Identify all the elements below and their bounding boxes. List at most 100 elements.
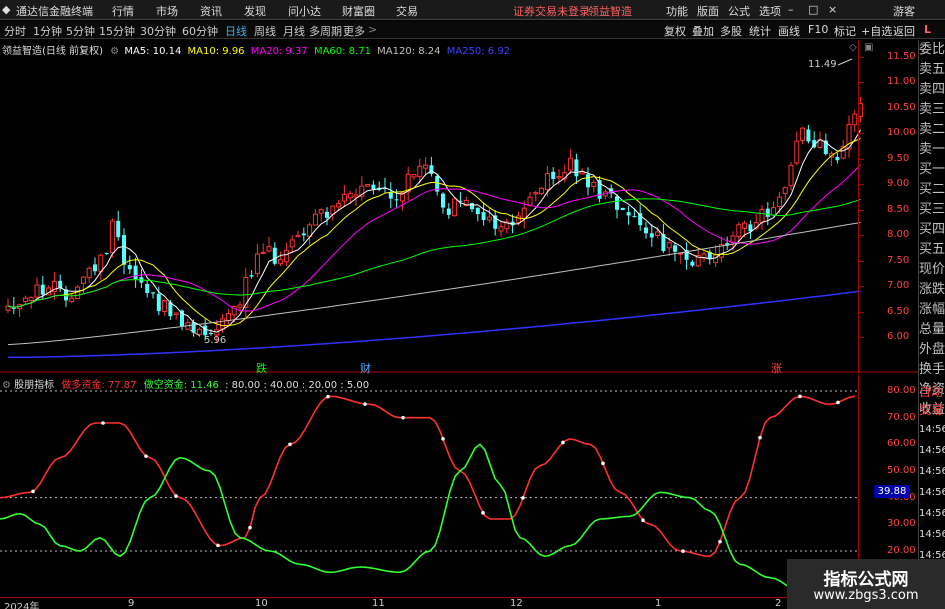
menu-item-wealth[interactable]: 财富圈 [342,3,375,19]
candle-body [254,253,260,275]
period-tab-60min[interactable]: 60分钟 [182,23,218,39]
side-panel-item[interactable]: 卖五 [919,60,945,80]
candle-body [388,192,393,199]
candle-body [533,192,539,195]
multi-stock-button[interactable]: 多股 [720,23,742,39]
candle-body [104,252,109,254]
signal-dot [481,511,485,515]
close-icon[interactable]: × [828,3,837,16]
period-tab-monthly[interactable]: 月线 [283,23,305,39]
menu-formula[interactable]: 公式 [728,3,750,19]
adjust-button[interactable]: 复权 [664,23,686,39]
minimize-icon[interactable]: – [788,3,794,16]
menu-item-discover[interactable]: 发现 [244,3,266,19]
side-panel-item[interactable]: 委比 [919,40,945,60]
indicator-tick-label: 70.00 [887,411,916,423]
candle-body [336,203,342,208]
period-tab-weekly[interactable]: 周线 [254,23,276,39]
period-tab-15min[interactable]: 15分钟 [99,23,135,39]
stats-button[interactable]: 统计 [749,23,771,39]
price-tick-label: 6.50 [887,305,910,317]
add-watchlist-button[interactable]: +自选 [861,23,892,39]
candle-body [771,207,777,216]
price-tick-label: 10.50 [887,101,916,113]
menu-function[interactable]: 功能 [666,3,688,19]
candle-body [452,198,458,217]
side-panel-item[interactable]: 买一 [919,160,945,180]
candle-body [301,233,306,236]
draw-button[interactable]: 画线 [778,23,800,39]
signal-dot [521,496,525,500]
side-panel-item[interactable]: 买五 [919,240,945,260]
menu-item-trade[interactable]: 交易 [396,3,418,19]
candle-body [644,227,648,234]
period-tab-5min[interactable]: 5分钟 [66,23,95,39]
side-panel-item[interactable]: 外盘 [919,340,945,360]
menu-item-market[interactable]: 市场 [156,3,178,19]
indicator-side-item: 14:56 [919,529,945,540]
candle-body [173,312,179,316]
candle-body [574,159,579,177]
side-panel-item[interactable]: 买二 [919,180,945,200]
candle-body [626,212,631,216]
side-panel-item[interactable]: 买三 [919,200,945,220]
back-button[interactable]: 返回 [893,23,915,39]
signal-dot [641,518,645,523]
side-panel-item[interactable]: 换手 [919,360,945,380]
candle-body [22,297,28,303]
short-fund-line [0,443,855,592]
side-panel-item[interactable]: 总量 [919,320,945,340]
guest-label[interactable]: 游客 [893,3,915,19]
side-panel-item[interactable]: 现价 [919,260,945,280]
maximize-icon[interactable]: □ [808,3,818,16]
period-tab-more[interactable]: 更多 [343,23,365,39]
period-tab-daily[interactable]: 日线 [225,23,247,39]
side-panel-item[interactable]: 买四 [919,220,945,240]
side-panel-item[interactable]: 卖一 [919,140,945,160]
candle-body [423,164,429,169]
event-label-finance[interactable]: 财 [360,360,371,376]
period-tab-multi[interactable]: 多周期 [309,23,342,39]
indicator-settings-icon[interactable]: ⚙ [2,380,11,391]
indicator-tick-label: 20.00 [887,545,916,556]
signal-dot [401,415,405,420]
diamond-icon[interactable]: ◇ [849,42,857,53]
signal-dot [174,494,178,498]
price-tick-label: 6.00 [887,331,910,342]
candle-body [615,196,619,210]
settings-icon[interactable]: ⚙ [110,46,119,57]
high-price-marker: 11.49 [808,59,837,70]
side-panel-item[interactable]: 涨跌 [919,280,945,300]
app-logo-icon: ◆ [2,3,11,16]
side-panel-item[interactable]: 卖四 [919,80,945,100]
menu-layout[interactable]: 版面 [697,3,719,19]
candle-body [365,184,371,187]
period-tab-30min[interactable]: 30分钟 [140,23,176,39]
candle-body [133,265,138,280]
mark-button[interactable]: 标记 [834,23,856,39]
menu-item-news[interactable]: 资讯 [200,3,222,19]
event-label-down[interactable]: 跌 [256,360,267,376]
f10-button[interactable]: F10 [808,23,828,36]
ma250-line [7,290,861,359]
side-panel-item[interactable]: 卖二 [919,120,945,140]
menu-item-quotes[interactable]: 行情 [112,3,134,19]
price-tick [859,184,864,186]
candlestick-chart[interactable] [0,40,918,373]
side-panel-item[interactable]: 涨幅 [919,300,945,320]
login-notice[interactable]: 证券交易未登录 [513,3,590,19]
price-tick-label: 7.50 [887,254,910,266]
period-tab-1min[interactable]: 1分钟 [33,23,62,39]
overlay-button[interactable]: 叠加 [692,23,714,39]
chevron-right-icon[interactable]: > [368,23,377,36]
period-tab-intraday[interactable]: 分时 [4,23,26,39]
menu-item-ask[interactable]: 问小达 [288,3,321,19]
candle-body [835,156,840,161]
side-panel-item[interactable]: 卖三 [919,100,945,120]
indicator-chart[interactable] [0,375,918,597]
price-tick-label: 11.50 [887,51,916,62]
menu-options[interactable]: 选项 [759,3,781,19]
candle-body [127,265,132,270]
candle-body [312,213,318,226]
event-label-up[interactable]: 涨 [771,360,782,376]
